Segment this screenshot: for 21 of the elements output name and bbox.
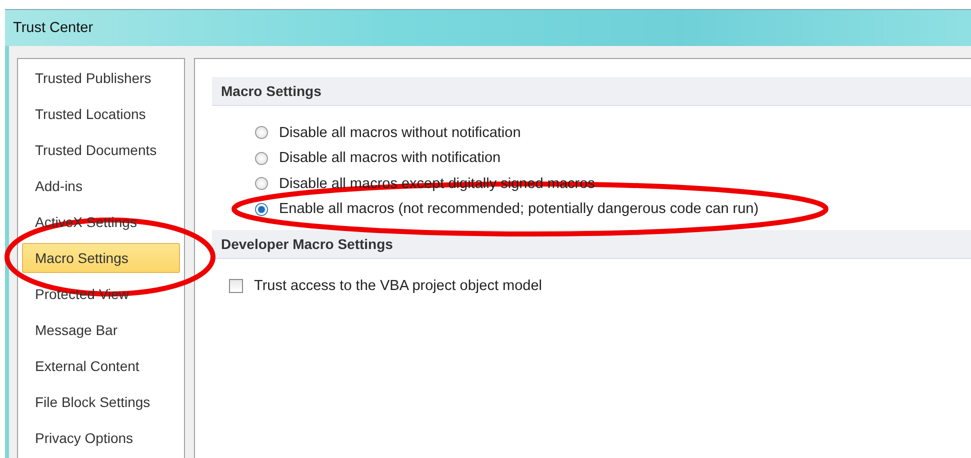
radio-button[interactable]: [255, 177, 268, 190]
sidebar-item[interactable]: File Block Settings: [22, 387, 180, 417]
window-title: Trust Center: [13, 20, 94, 36]
option-label: Trust access to the VBA project object model: [254, 278, 542, 294]
sidebar-item[interactable]: Message Bar: [22, 315, 180, 345]
radio-button[interactable]: [255, 152, 268, 165]
checkbox[interactable]: [229, 278, 243, 293]
sidebar-item[interactable]: Privacy Options: [22, 423, 180, 453]
radio-button[interactable]: [255, 202, 268, 216]
radio-button[interactable]: [255, 126, 268, 140]
sidebar-item[interactable]: External Content: [22, 351, 180, 381]
sidebar-item[interactable]: Add-ins: [22, 171, 180, 201]
sidebar-item[interactable]: Trusted Publishers: [22, 63, 180, 93]
option-label: Disable all macros with notification: [279, 150, 501, 166]
sidebar-item[interactable]: Trusted Documents: [22, 135, 180, 165]
section-title: Macro Settings: [221, 83, 322, 99]
sidebar-item[interactable]: Trusted Locations: [22, 99, 180, 129]
section-title: Developer Macro Settings: [221, 236, 393, 252]
option-label: Disable all macros without notification: [279, 124, 521, 141]
sidebar-item[interactable]: Macro Settings: [22, 243, 180, 273]
option-label: Enable all macros (not recommended; potentially dangerous code can run): [279, 201, 759, 218]
